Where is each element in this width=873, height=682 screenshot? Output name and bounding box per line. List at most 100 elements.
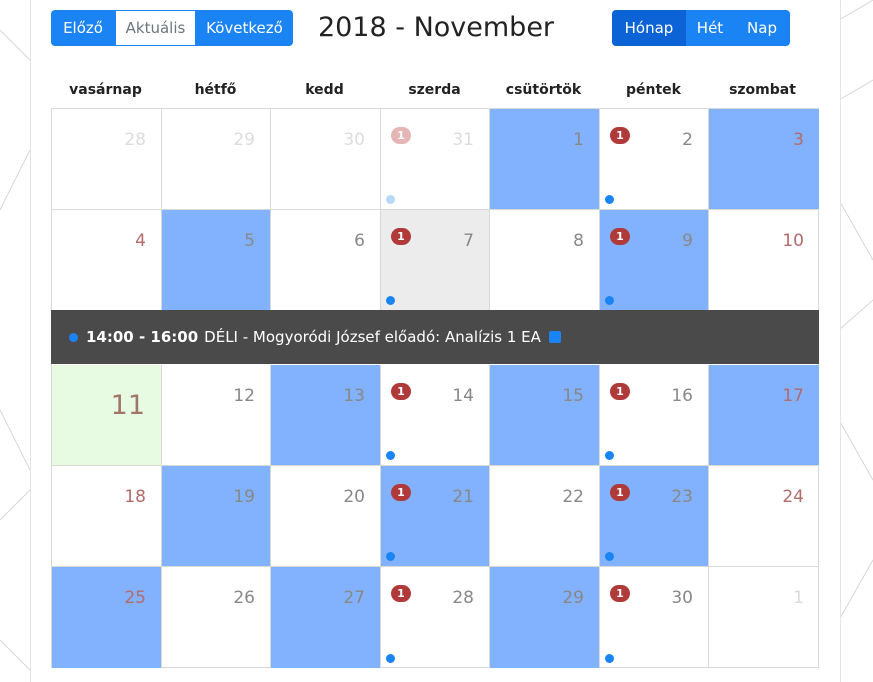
- event-dot-icon[interactable]: [605, 451, 614, 460]
- day-number[interactable]: 4: [135, 231, 146, 251]
- day-number[interactable]: 30: [671, 588, 693, 608]
- view-month-button[interactable]: Hónap: [612, 10, 686, 46]
- day-number[interactable]: 3: [793, 130, 804, 150]
- day-number[interactable]: 29: [233, 130, 255, 150]
- event-dot-icon[interactable]: [605, 552, 614, 561]
- day-cell[interactable]: 21: [600, 109, 709, 210]
- day-number[interactable]: 29: [562, 588, 584, 608]
- day-cell[interactable]: 8: [490, 210, 600, 311]
- day-cell[interactable]: 30: [271, 109, 381, 210]
- day-cell[interactable]: 12: [162, 365, 271, 466]
- day-number[interactable]: 13: [343, 386, 365, 406]
- event-count-badge[interactable]: 1: [610, 383, 630, 400]
- day-number[interactable]: 27: [343, 588, 365, 608]
- day-number[interactable]: 2: [682, 130, 693, 150]
- day-number[interactable]: 24: [782, 487, 804, 507]
- day-number[interactable]: 9: [682, 231, 693, 251]
- day-cell[interactable]: 4: [52, 210, 162, 311]
- event-dot-icon[interactable]: [605, 296, 614, 305]
- day-cell[interactable]: 18: [52, 466, 162, 567]
- day-number[interactable]: 7: [463, 231, 474, 251]
- event-count-badge[interactable]: 1: [391, 127, 411, 144]
- day-cell[interactable]: 6: [271, 210, 381, 311]
- day-number[interactable]: 5: [244, 231, 255, 251]
- day-cell[interactable]: 28 1: [381, 567, 490, 668]
- day-cell[interactable]: 23 1: [600, 466, 709, 567]
- day-cell[interactable]: 27: [271, 567, 381, 668]
- day-number[interactable]: 14: [452, 386, 474, 406]
- day-number[interactable]: 21: [452, 487, 474, 507]
- next-button[interactable]: Következő: [196, 10, 293, 46]
- day-cell[interactable]: 91: [600, 210, 709, 311]
- day-number[interactable]: 28: [452, 588, 474, 608]
- day-cell[interactable]: 21 1: [381, 466, 490, 567]
- day-cell[interactable]: 17: [709, 365, 819, 466]
- day-number[interactable]: 26: [233, 588, 255, 608]
- view-week-button[interactable]: Hét: [686, 10, 734, 46]
- day-cell[interactable]: 15: [490, 365, 600, 466]
- day-number[interactable]: 31: [452, 130, 474, 150]
- event-dot-icon[interactable]: [605, 654, 614, 663]
- day-number[interactable]: 19: [233, 487, 255, 507]
- event-title[interactable]: DÉLI - Mogyoródi József előadó: Analízis…: [204, 328, 541, 346]
- day-cell[interactable]: 28: [52, 109, 162, 210]
- event-count-badge[interactable]: 1: [391, 228, 411, 245]
- day-cell[interactable]: 29: [162, 109, 271, 210]
- day-number[interactable]: 25: [124, 588, 146, 608]
- day-cell[interactable]: 3: [709, 109, 819, 210]
- day-cell[interactable]: 1: [709, 567, 819, 668]
- day-number[interactable]: 20: [343, 487, 365, 507]
- today-button[interactable]: Aktuális: [115, 10, 196, 46]
- day-cell[interactable]: 16 1: [600, 365, 709, 466]
- day-cell[interactable]: 19: [162, 466, 271, 567]
- event-dot-icon[interactable]: [386, 296, 395, 305]
- event-dot-icon[interactable]: [605, 195, 614, 204]
- event-edit-icon[interactable]: [548, 331, 561, 343]
- day-cell[interactable]: 22: [490, 466, 600, 567]
- event-count-badge[interactable]: 1: [610, 484, 630, 501]
- day-number[interactable]: 18: [124, 487, 146, 507]
- day-cell[interactable]: 13: [271, 365, 381, 466]
- day-number[interactable]: 12: [233, 386, 255, 406]
- expanded-event-row[interactable]: 14:00 - 16:00 DÉLI - Mogyoródi József el…: [51, 310, 819, 364]
- day-cell[interactable]: 5: [162, 210, 271, 311]
- day-number[interactable]: 1: [793, 588, 804, 608]
- day-number[interactable]: 15: [562, 386, 584, 406]
- event-count-badge[interactable]: 1: [610, 228, 630, 245]
- day-cell[interactable]: 25: [52, 567, 162, 668]
- day-number[interactable]: 1: [573, 130, 584, 150]
- day-number[interactable]: 30: [343, 130, 365, 150]
- weekday-header-wednesday: szerda: [408, 82, 461, 98]
- day-cell[interactable]: 26: [162, 567, 271, 668]
- view-day-button[interactable]: Nap: [734, 10, 790, 46]
- event-count-badge[interactable]: 1: [391, 484, 411, 501]
- event-count-badge[interactable]: 1: [391, 383, 411, 400]
- day-cell[interactable]: 20: [271, 466, 381, 567]
- day-cell[interactable]: 10: [709, 210, 819, 311]
- day-number[interactable]: 11: [111, 390, 145, 421]
- event-count-badge[interactable]: 1: [610, 127, 630, 144]
- day-cell[interactable]: 14 1: [381, 365, 490, 466]
- event-dot-icon[interactable]: [386, 451, 395, 460]
- day-cell[interactable]: 30 1: [600, 567, 709, 668]
- day-cell[interactable]: 11: [52, 365, 162, 466]
- day-cell[interactable]: 29: [490, 567, 600, 668]
- day-cell[interactable]: 31 1: [381, 109, 490, 210]
- day-number[interactable]: 6: [354, 231, 365, 251]
- event-count-badge[interactable]: 1: [391, 585, 411, 602]
- day-number[interactable]: 8: [573, 231, 584, 251]
- day-number[interactable]: 10: [782, 231, 804, 251]
- day-cell[interactable]: 71: [381, 210, 490, 311]
- day-cell[interactable]: 1: [490, 109, 600, 210]
- day-number[interactable]: 23: [671, 487, 693, 507]
- event-count-badge[interactable]: 1: [610, 585, 630, 602]
- day-cell[interactable]: 24: [709, 466, 819, 567]
- event-dot-icon[interactable]: [386, 654, 395, 663]
- event-dot-icon[interactable]: [386, 552, 395, 561]
- day-number[interactable]: 16: [671, 386, 693, 406]
- day-number[interactable]: 22: [562, 487, 584, 507]
- day-number[interactable]: 17: [782, 386, 804, 406]
- prev-button[interactable]: Előző: [51, 10, 115, 46]
- event-dot-icon[interactable]: [386, 195, 395, 204]
- day-number[interactable]: 28: [124, 130, 146, 150]
